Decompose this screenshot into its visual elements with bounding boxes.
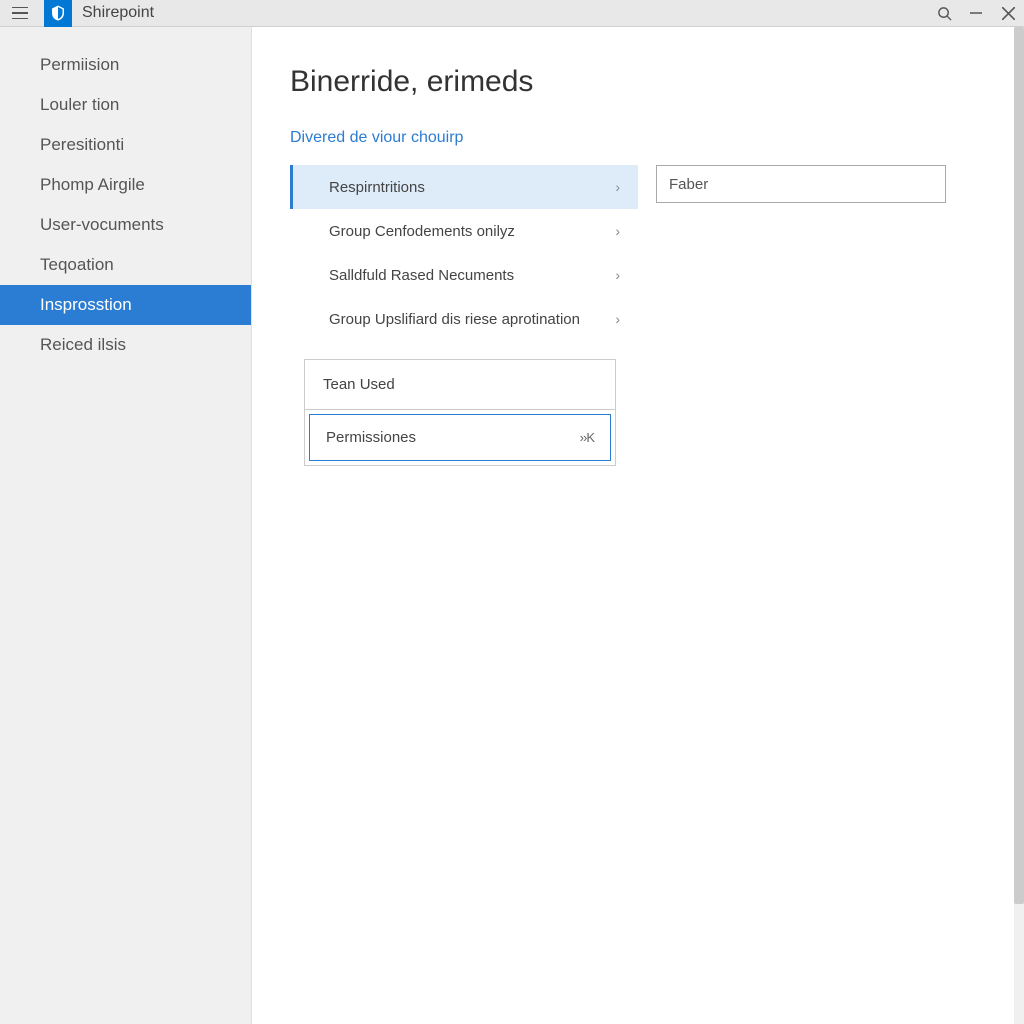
chevron-right-icon: › xyxy=(615,311,620,327)
sidebar-item-phomp[interactable]: Phomp Airgile xyxy=(0,165,251,205)
chevron-right-icon: › xyxy=(615,223,620,239)
settings-list: Respirntritions › Group Cenfodements oni… xyxy=(290,165,638,341)
filter-input[interactable] xyxy=(656,165,946,203)
search-icon[interactable] xyxy=(936,5,952,21)
setting-item-group-upslifiard[interactable]: Group Upslifiard dis riese aprotination … xyxy=(290,297,638,341)
sidebar-item-permission[interactable]: Permiision xyxy=(0,45,251,85)
chevron-right-icon: › xyxy=(615,179,620,195)
card-item-label: Permissiones xyxy=(326,429,416,446)
setting-item-salldfuld[interactable]: Salldfuld Rased Necuments › xyxy=(290,253,638,297)
setting-label: Group Cenfodements onilyz xyxy=(329,223,515,240)
sidebar-item-reiced[interactable]: Reiced ilsis xyxy=(0,325,251,365)
card-item-permissiones[interactable]: Permissiones ››K xyxy=(309,414,611,461)
sidebar-item-teqoation[interactable]: Teqoation xyxy=(0,245,251,285)
scrollbar[interactable] xyxy=(1014,27,1024,1024)
setting-item-group-cenfodements[interactable]: Group Cenfodements onilyz › xyxy=(290,209,638,253)
chevron-right-icon: › xyxy=(615,267,620,283)
card-item-action-icon: ››K xyxy=(580,430,594,445)
app-title: Shirepoint xyxy=(82,4,154,22)
scrollbar-thumb[interactable] xyxy=(1014,27,1024,904)
titlebar: Shirepoint xyxy=(0,0,1024,27)
content-area: Binerride, erimeds Divered de viour chou… xyxy=(252,27,1024,1024)
page-title: Binerride, erimeds xyxy=(290,65,986,99)
card-header: Tean Used xyxy=(305,360,615,410)
setting-label: Respirntritions xyxy=(329,179,425,196)
sidebar-item-user-vocuments[interactable]: User-vocuments xyxy=(0,205,251,245)
setting-label: Salldfuld Rased Necuments xyxy=(329,267,514,284)
sidebar-item-peresitionti[interactable]: Peresitionti xyxy=(0,125,251,165)
minimize-icon[interactable] xyxy=(968,5,984,21)
sidebar-item-louler[interactable]: Louler tion xyxy=(0,85,251,125)
setting-item-respirntritions[interactable]: Respirntritions › xyxy=(290,165,638,209)
app-logo-icon xyxy=(44,0,72,27)
sidebar-item-insprosstion[interactable]: Insprosstion xyxy=(0,285,251,325)
subtitle-link[interactable]: Divered de viour chouirp xyxy=(290,129,986,147)
card: Tean Used Permissiones ››K xyxy=(304,359,616,466)
setting-label: Group Upslifiard dis riese aprotination xyxy=(329,311,580,328)
hamburger-menu-icon[interactable] xyxy=(8,1,32,25)
sidebar: Permiision Louler tion Peresitionti Phom… xyxy=(0,27,252,1024)
close-icon[interactable] xyxy=(1000,5,1016,21)
